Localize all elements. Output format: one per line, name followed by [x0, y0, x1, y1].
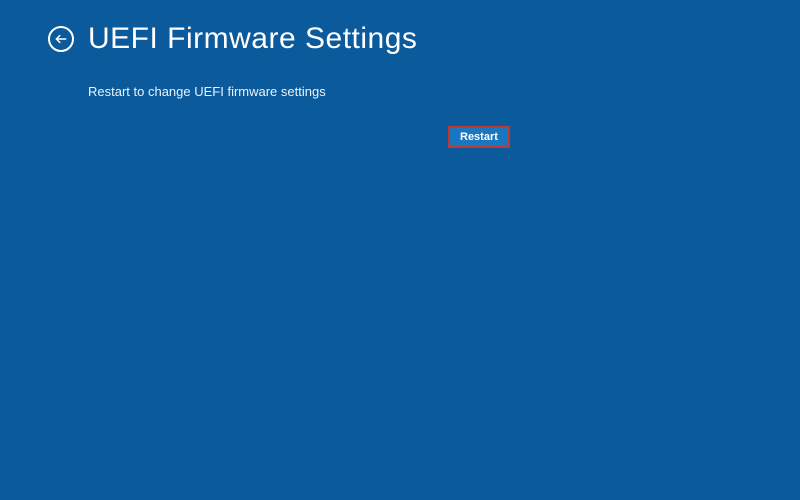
- header-row: UEFI Firmware Settings: [0, 0, 800, 56]
- back-button[interactable]: [48, 26, 74, 52]
- page-title: UEFI Firmware Settings: [88, 22, 417, 56]
- arrow-left-icon: [54, 32, 68, 46]
- restart-button[interactable]: Restart: [448, 126, 510, 148]
- description-text: Restart to change UEFI firmware settings: [88, 84, 800, 99]
